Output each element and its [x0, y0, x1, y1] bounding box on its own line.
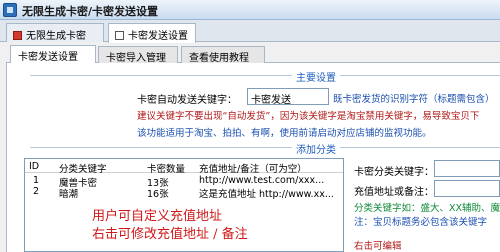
keyword-label: 卡密自动发送关键字：: [137, 95, 237, 106]
row-keyword: 暗潮: [59, 189, 79, 200]
col-keyword[interactable]: 分类关键字: [59, 161, 107, 175]
col-count[interactable]: 卡密数量: [147, 161, 185, 175]
tab-card-import[interactable]: 卡密导入管理: [98, 46, 178, 64]
example-note: 分类关键字如：盛大、XX辅助、魔兽: [354, 203, 500, 214]
right-click-note: 右击可编辑: [354, 241, 402, 252]
table-row[interactable]: 2 暗潮 16张 这是充值地址 http://www.xx...: [25, 186, 343, 200]
tab-tutorial[interactable]: 查看使用教程: [181, 46, 265, 64]
tab-card-send-settings[interactable]: 卡密发送设置: [10, 45, 96, 64]
row-id: 2: [33, 186, 40, 197]
tab-generate-card-label: 无限生成卡密: [26, 31, 86, 42]
col-id[interactable]: ID: [29, 161, 39, 172]
main-settings-heading: 主要设置: [292, 69, 340, 84]
row-address: 这是充值地址 http://www.xx...: [199, 189, 334, 200]
row-count: 16张: [147, 189, 169, 200]
title-bar: 无限生成卡密/卡密发送设置: [0, 0, 500, 20]
tab-send-settings[interactable]: 卡密发送设置: [108, 23, 196, 43]
keyword-warning: 建议关键字不要出现“自动发货”，因为该关键字是淘宝禁用关键字，易导致宝贝下: [137, 111, 480, 122]
keyword-note: 既卡密发货的识别字符（标题需包含）: [333, 94, 495, 105]
box-icon: [115, 31, 124, 40]
list-header: ID 分类关键字 卡密数量 充值地址/备注（可为空）: [25, 159, 343, 175]
keyword-input[interactable]: 卡密发送: [247, 88, 329, 105]
cat-keyword-label: 卡密分类关键字：: [354, 167, 434, 178]
overlay-line-2: 右击可修改充值地址 / 备注: [92, 227, 248, 242]
overlay-line-1: 用户可自定义充值地址: [92, 209, 223, 224]
cat-keyword-input[interactable]: [434, 160, 500, 177]
inner-tab-bar: 卡密发送设置 卡密导入管理 查看使用教程: [6, 45, 500, 64]
app-icon: [3, 3, 17, 17]
outer-tab-bar: 无限生成卡密 卡密发送设置: [0, 20, 500, 43]
window-title: 无限生成卡密/卡密发送设置: [22, 5, 159, 18]
table-row[interactable]: 1 魔兽卡密 13张 http://www.test.com/xxx...: [25, 175, 343, 189]
tab-generate-card[interactable]: 无限生成卡密: [6, 23, 104, 42]
row-id: 1: [33, 175, 40, 186]
main-settings-divider: [30, 75, 500, 76]
recharge-label: 充值地址或备注：: [354, 187, 434, 198]
add-category-heading: 添加分类: [292, 141, 340, 156]
tab-card-send-settings-label: 卡密发送设置: [18, 52, 78, 63]
platform-tip: 该功能适用于淘宝、拍拍、有啊，使用前请启动对应店铺的监视功能。: [137, 128, 432, 139]
title-note: 注：宝贝标题务必包含该关键字: [354, 217, 488, 228]
red-square-icon: [13, 31, 22, 40]
recharge-input[interactable]: [434, 180, 500, 197]
tab-send-settings-label: 卡密发送设置: [128, 31, 188, 42]
row-address: http://www.test.com/xxx...: [199, 175, 325, 186]
col-address[interactable]: 充值地址/备注（可为空）: [199, 161, 307, 175]
add-category-divider: [30, 147, 500, 148]
